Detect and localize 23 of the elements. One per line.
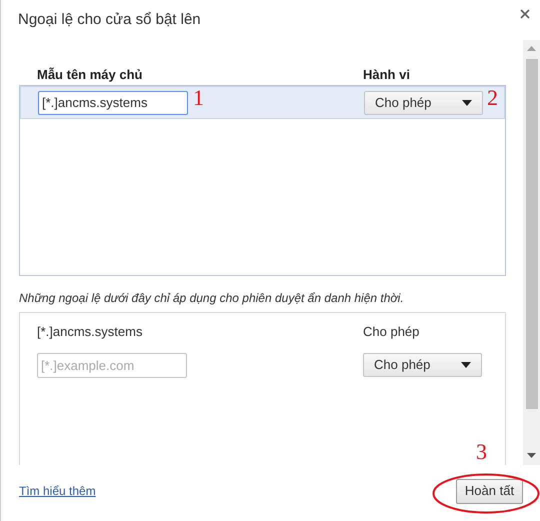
column-header: Hành vi [363, 66, 410, 83]
close-button[interactable] [518, 7, 532, 21]
behavior-select[interactable]: Cho phép [364, 90, 483, 114]
behavior-text: Cho phép [363, 322, 420, 341]
scroll-thumb[interactable] [526, 59, 538, 409]
scrollbar[interactable] [523, 40, 540, 465]
exception-row[interactable]: [*.]ancms.systems Cho phép [20, 315, 505, 348]
pattern-field[interactable]: [*.]example.com [37, 352, 187, 378]
pattern-field[interactable]: [*.]ancms.systems [38, 90, 188, 114]
window-title: Ngoại lệ cho cửa sổ bật lên [18, 11, 201, 29]
annotation-number: 3 [476, 440, 487, 464]
learn-more-link[interactable]: Tìm hiểu thêm [19, 482, 96, 500]
done-button[interactable]: Hoàn tất [456, 478, 523, 504]
incognito-note: Những ngoại lệ dưới đây chỉ áp dụng cho phiên duyệt ẩn danh hiện thời. [19, 290, 405, 307]
scroll-up-icon[interactable] [527, 46, 536, 51]
behavior-select[interactable]: Cho phép [363, 353, 482, 377]
scroll-down-icon[interactable] [527, 453, 536, 458]
annotation-number: 1 [193, 86, 204, 110]
caret-icon [462, 100, 472, 106]
caret-icon [461, 362, 471, 368]
column-header: Mẫu tên máy chủ [37, 66, 144, 83]
annotation-number: 2 [487, 86, 498, 110]
pattern-text: [*.]ancms.systems [37, 322, 142, 341]
